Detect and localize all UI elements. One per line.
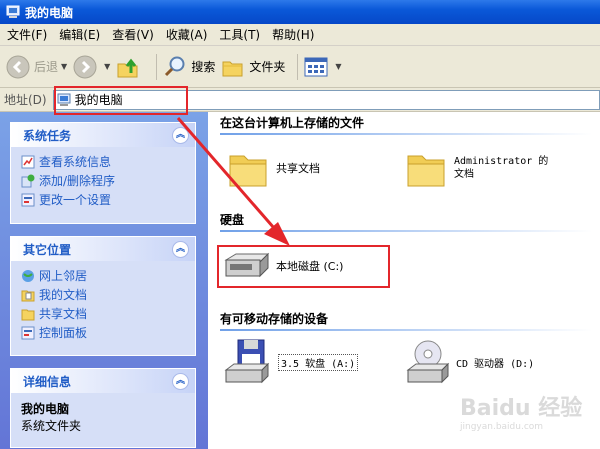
collapse-icon[interactable]: ︽ xyxy=(172,126,189,144)
system-tasks-header[interactable]: 系统任务 ︽ xyxy=(11,123,195,147)
control-panel-icon xyxy=(21,193,35,206)
back-arrow-icon xyxy=(6,55,30,78)
cd-drive-icon xyxy=(406,340,450,384)
place-shared-documents[interactable]: 共享文档 xyxy=(21,304,189,323)
folder-icon xyxy=(407,155,445,187)
documents-folder-icon xyxy=(21,290,35,301)
network-icon xyxy=(22,269,34,282)
system-info-icon xyxy=(21,155,35,168)
title-bar[interactable]: 我的电脑 xyxy=(0,0,600,24)
file-item-shared-documents[interactable]: 共享文档 xyxy=(226,146,320,190)
group-header-files: 在这台计算机上存储的文件 xyxy=(220,114,592,135)
views-button[interactable]: ▼ xyxy=(304,51,342,83)
menu-favorites[interactable]: 收藏(A) xyxy=(163,26,217,43)
task-pane: 系统任务 ︽ 查看系统信息 添加/删除程序 更改一个设置 其它位置 ︽ 网上邻居… xyxy=(0,112,208,449)
chevron-down-icon[interactable]: ▼ xyxy=(335,62,341,71)
group-header-removable: 有可移动存储的设备 xyxy=(220,310,592,331)
folder-icon xyxy=(21,309,35,320)
details-panel: 详细信息 ︽ 我的电脑 系统文件夹 xyxy=(10,368,196,448)
folder-icon xyxy=(222,61,243,76)
place-control-panel[interactable]: 控制面板 xyxy=(21,323,189,342)
back-button[interactable]: 后退 ▼ xyxy=(6,51,67,83)
toolbar-divider xyxy=(156,53,158,80)
window-title: 我的电脑 xyxy=(25,5,74,20)
drive-item-cd[interactable]: CD 驱动器 (D:) xyxy=(404,338,534,386)
folder-up-icon xyxy=(117,58,138,77)
task-change-setting[interactable]: 更改一个设置 xyxy=(21,190,189,209)
search-button[interactable]: 搜索 xyxy=(163,51,215,83)
folders-button[interactable]: 文件夹 xyxy=(221,51,285,83)
menu-bar: 文件(F) 编辑(E) 查看(V) 收藏(A) 工具(T) 帮助(H) xyxy=(0,24,600,46)
toolbar-divider xyxy=(297,53,299,80)
file-item-admin-documents[interactable]: Administrator 的文档 xyxy=(404,146,554,190)
details-header[interactable]: 详细信息 ︽ xyxy=(11,369,195,393)
folder-icon xyxy=(229,155,267,187)
watermark: Baidu 经验 jingyan.baidu.com xyxy=(460,390,600,440)
watermark-url: jingyan.baidu.com xyxy=(460,422,544,432)
folders-label: 文件夹 xyxy=(249,60,286,74)
place-my-documents[interactable]: 我的文档 xyxy=(21,285,189,304)
other-places-panel: 其它位置 ︽ 网上邻居 我的文档 共享文档 控制面板 xyxy=(10,236,196,356)
address-label: 地址(D) xyxy=(4,93,47,107)
add-remove-icon xyxy=(21,174,35,187)
menu-help[interactable]: 帮助(H) xyxy=(269,26,323,43)
views-icon xyxy=(304,57,328,76)
drive-item-floppy[interactable]: 3.5 软盘 (A:) xyxy=(222,338,359,386)
detail-type: 系统文件夹 xyxy=(21,419,82,433)
panel-title: 其它位置 xyxy=(23,242,72,257)
watermark-logo: Baidu 经验 xyxy=(460,396,583,421)
panel-title: 详细信息 xyxy=(23,374,72,389)
collapse-icon[interactable]: ︽ xyxy=(172,240,189,258)
chevron-down-icon[interactable]: ▼ xyxy=(61,62,67,71)
search-icon xyxy=(165,56,185,76)
up-button[interactable] xyxy=(116,51,144,83)
panel-title: 系统任务 xyxy=(23,128,72,143)
group-header-disks: 硬盘 xyxy=(220,211,592,232)
search-label: 搜索 xyxy=(191,60,216,74)
floppy-drive-icon xyxy=(224,339,270,384)
other-places-header[interactable]: 其它位置 ︽ xyxy=(11,237,195,261)
place-network[interactable]: 网上邻居 xyxy=(21,266,189,285)
task-add-remove-programs[interactable]: 添加/删除程序 xyxy=(21,171,189,190)
forward-button[interactable]: ▼ xyxy=(73,51,110,83)
menu-edit[interactable]: 编辑(E) xyxy=(56,26,109,43)
control-panel-icon xyxy=(21,326,35,339)
menu-view[interactable]: 查看(V) xyxy=(109,26,163,43)
menu-tools[interactable]: 工具(T) xyxy=(216,26,269,43)
detail-name: 我的电脑 xyxy=(21,402,70,416)
annotation-box-address xyxy=(54,86,188,115)
computer-icon xyxy=(6,5,20,18)
system-tasks-panel: 系统任务 ︽ 查看系统信息 添加/删除程序 更改一个设置 xyxy=(10,122,196,224)
chevron-down-icon[interactable]: ▼ xyxy=(104,62,110,71)
forward-arrow-icon xyxy=(73,55,97,78)
toolbar: 后退 ▼ ▼ 搜索 文件夹 ▼ xyxy=(0,46,600,88)
collapse-icon[interactable]: ︽ xyxy=(172,372,189,390)
back-label: 后退 xyxy=(34,60,59,74)
annotation-box-disk xyxy=(217,245,390,288)
menu-file[interactable]: 文件(F) xyxy=(4,26,56,43)
task-view-system-info[interactable]: 查看系统信息 xyxy=(21,152,189,171)
